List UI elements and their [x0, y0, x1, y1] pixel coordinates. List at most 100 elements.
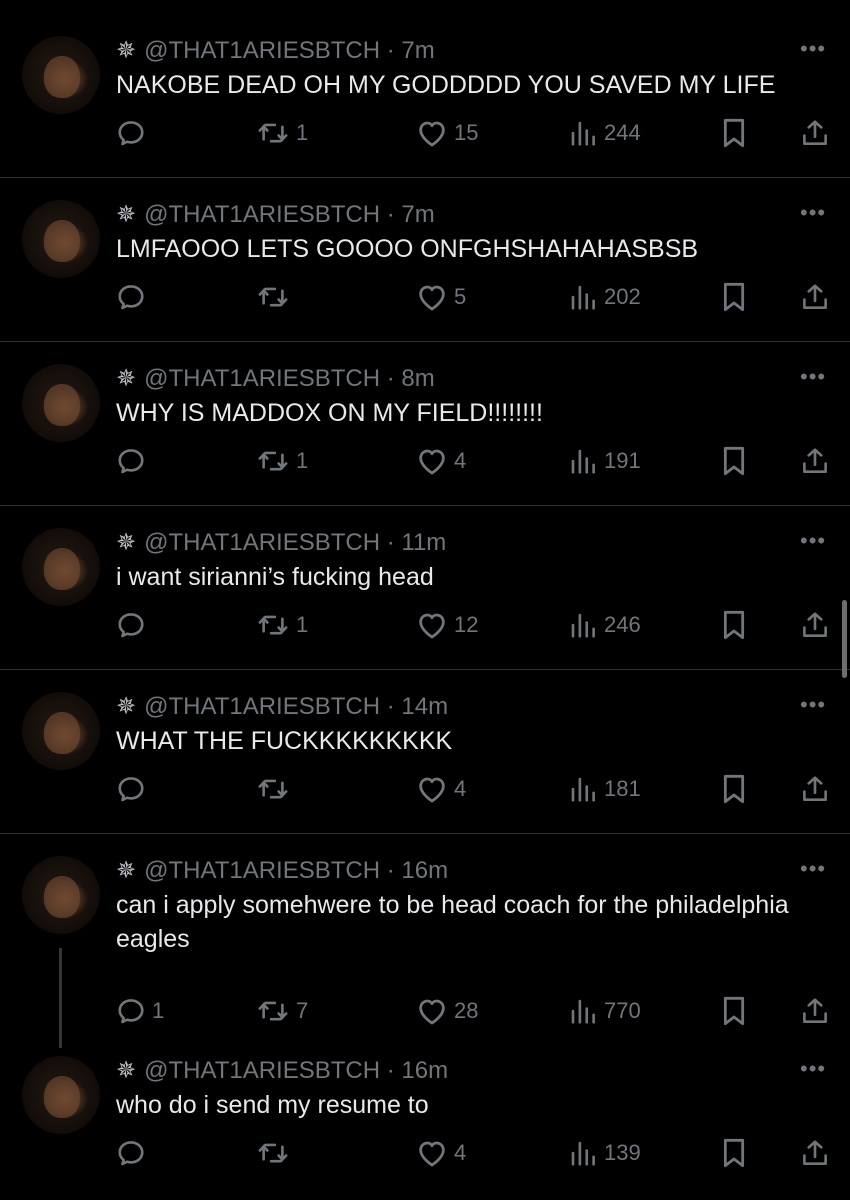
avatar[interactable]	[22, 200, 100, 278]
tweet-time[interactable]: 7m	[401, 201, 434, 228]
like-count: 5	[454, 284, 467, 309]
heart-icon	[416, 610, 448, 640]
bookmark-button[interactable]	[720, 1136, 748, 1170]
user-handle[interactable]: @THAT1ARIESBTCH	[144, 201, 380, 228]
tweet-time[interactable]: 14m	[401, 693, 448, 720]
more-options-icon[interactable]: •••	[800, 36, 826, 62]
user-handle[interactable]: @THAT1ARIESBTCH	[144, 529, 380, 556]
tweet-text: i want sirianni’s fucking head	[116, 563, 434, 591]
like-count: 4	[454, 448, 467, 473]
views-button[interactable]: 139	[568, 1136, 641, 1170]
share-icon	[800, 996, 830, 1026]
views-button[interactable]: 770	[568, 994, 641, 1028]
reply-button[interactable]	[116, 772, 152, 806]
bookmark-button[interactable]	[720, 280, 748, 314]
retweet-button[interactable]: 7	[256, 994, 308, 1028]
tweet-time[interactable]: 16m	[401, 1057, 448, 1084]
more-options-icon[interactable]: •••	[800, 1056, 826, 1082]
separator: ·	[380, 201, 402, 228]
tweet-actions: 1 7 28 770	[0, 994, 850, 1028]
share-button[interactable]	[800, 116, 830, 150]
tweet-actions: 4 139	[0, 1136, 850, 1170]
views-button[interactable]: 244	[568, 116, 641, 150]
reply-button[interactable]	[116, 280, 152, 314]
bookmark-button[interactable]	[720, 608, 748, 642]
views-count: 139	[604, 1140, 641, 1165]
thread-line	[59, 948, 62, 1048]
avatar[interactable]	[22, 692, 100, 770]
views-button[interactable]: 181	[568, 772, 641, 806]
reply-button[interactable]: 1	[116, 994, 164, 1028]
more-options-icon[interactable]: •••	[800, 364, 826, 390]
avatar[interactable]	[22, 1056, 100, 1134]
retweet-icon	[256, 118, 290, 148]
reply-button[interactable]	[116, 444, 152, 478]
share-button[interactable]	[800, 444, 830, 478]
reply-icon	[116, 1138, 146, 1168]
bookmark-icon	[720, 281, 748, 313]
reply-button[interactable]	[116, 608, 152, 642]
avatar[interactable]	[22, 528, 100, 606]
tweet-text: WHY IS MADDOX ON MY FIELD!!!!!!!!	[116, 399, 543, 427]
share-button[interactable]	[800, 1136, 830, 1170]
avatar[interactable]	[22, 856, 100, 934]
retweet-button[interactable]: 1	[256, 608, 308, 642]
more-options-icon[interactable]: •••	[800, 692, 826, 718]
share-button[interactable]	[800, 772, 830, 806]
share-button[interactable]	[800, 994, 830, 1028]
like-button[interactable]: 4	[416, 444, 466, 478]
tweet-time[interactable]: 7m	[401, 37, 434, 64]
more-options-icon[interactable]: •••	[800, 856, 826, 882]
bookmark-button[interactable]	[720, 772, 748, 806]
views-button[interactable]: 246	[568, 608, 641, 642]
bookmark-button[interactable]	[720, 444, 748, 478]
like-button[interactable]: 5	[416, 280, 466, 314]
retweet-button[interactable]	[256, 1136, 296, 1170]
like-button[interactable]: 4	[416, 772, 466, 806]
tweet-time[interactable]: 16m	[401, 857, 448, 884]
reply-button[interactable]	[116, 1136, 152, 1170]
share-button[interactable]	[800, 608, 830, 642]
tweet-header: ✵ @THAT1ARIESBTCH · 16m	[116, 1056, 448, 1085]
more-options-icon[interactable]: •••	[800, 200, 826, 226]
spark-icon: ✵	[116, 857, 137, 884]
views-icon	[568, 118, 598, 148]
divider	[0, 505, 850, 506]
views-button[interactable]: 191	[568, 444, 641, 478]
like-button[interactable]: 12	[416, 608, 478, 642]
like-count: 15	[454, 120, 479, 145]
avatar[interactable]	[22, 364, 100, 442]
user-handle[interactable]: @THAT1ARIESBTCH	[144, 365, 380, 392]
like-button[interactable]: 28	[416, 994, 478, 1028]
reply-count: 1	[152, 998, 165, 1023]
retweet-icon	[256, 996, 290, 1026]
retweet-button[interactable]	[256, 772, 296, 806]
avatar[interactable]	[22, 36, 100, 114]
more-options-icon[interactable]: •••	[800, 528, 826, 554]
like-button[interactable]: 4	[416, 1136, 466, 1170]
user-handle[interactable]: @THAT1ARIESBTCH	[144, 1057, 380, 1084]
share-icon	[800, 282, 830, 312]
views-button[interactable]: 202	[568, 280, 641, 314]
divider	[0, 669, 850, 670]
retweet-button[interactable]: 1	[256, 444, 308, 478]
tweet-time[interactable]: 11m	[401, 529, 446, 556]
tweet-header: ✵ @THAT1ARIESBTCH · 7m	[116, 36, 435, 65]
user-handle[interactable]: @THAT1ARIESBTCH	[144, 857, 380, 884]
retweet-button[interactable]	[256, 280, 296, 314]
bookmark-icon	[720, 609, 748, 641]
views-count: 244	[604, 120, 641, 145]
reply-button[interactable]	[116, 116, 152, 150]
bookmark-button[interactable]	[720, 116, 748, 150]
share-button[interactable]	[800, 280, 830, 314]
retweet-button[interactable]: 1	[256, 116, 308, 150]
user-handle[interactable]: @THAT1ARIESBTCH	[144, 37, 380, 64]
tweet-time[interactable]: 8m	[401, 365, 434, 392]
user-handle[interactable]: @THAT1ARIESBTCH	[144, 693, 380, 720]
scrollbar[interactable]	[842, 600, 847, 678]
separator: ·	[380, 529, 402, 556]
bookmark-button[interactable]	[720, 994, 748, 1028]
like-button[interactable]: 15	[416, 116, 478, 150]
tweet-header: ✵ @THAT1ARIESBTCH · 11m	[116, 528, 446, 557]
views-count: 770	[604, 998, 641, 1023]
